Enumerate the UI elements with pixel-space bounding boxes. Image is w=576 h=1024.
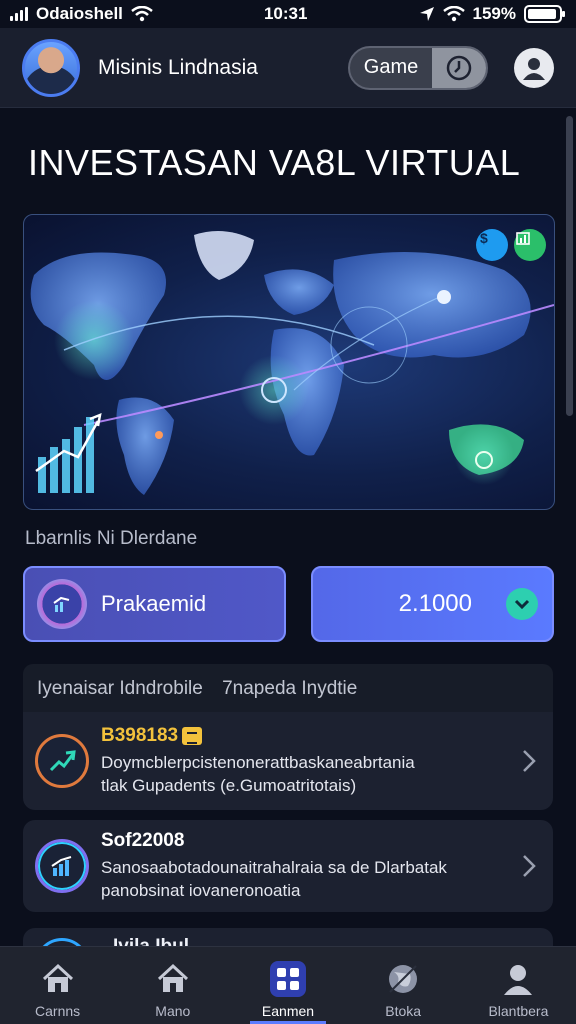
- list-item-desc-line: Sanosaabotadounaitrahalraia sa de Dlarba…: [101, 858, 447, 877]
- list-item-desc-line: Doymcblerpcistenonerattbaskaneabrtania: [101, 753, 415, 772]
- nav-item-carnns[interactable]: Carnns: [0, 947, 115, 1024]
- clock-icon: [432, 47, 486, 88]
- status-left: Odaioshell: [10, 4, 153, 24]
- profile-button[interactable]: [514, 47, 554, 88]
- list-header: Iyenaisar Idndrobile 7napeda Inydtie: [23, 664, 553, 714]
- primary-action-label: Prakaemid: [101, 591, 207, 616]
- home-icon: [155, 961, 191, 997]
- home-icon: [40, 961, 76, 997]
- nav-item-btoka[interactable]: Btoka: [346, 947, 461, 1024]
- battery-fill: [527, 9, 557, 19]
- list-item-description: Sanosaabotadounaitrahalraia sa de Dlarba…: [101, 856, 519, 902]
- app-header: Misinis Lindnasia Game: [0, 28, 576, 108]
- chevron-down-icon: [506, 588, 538, 620]
- carrier-name: Odaioshell: [36, 4, 123, 23]
- grid-icon: [270, 961, 306, 997]
- amount-value: 2.1000: [398, 590, 472, 617]
- chevron-right-icon: [523, 855, 536, 877]
- game-mode-toggle[interactable]: Game: [348, 45, 488, 90]
- user-avatar[interactable]: [22, 38, 80, 97]
- list-item-description: Doymcblerpcistenonerattbaskaneabrtania t…: [101, 751, 519, 797]
- wifi-icon: [442, 6, 465, 22]
- page-title: INVESTASAN VA8L VIRTUAL: [28, 142, 521, 183]
- person-icon: [523, 57, 545, 80]
- user-name: Misinis Lindnasia: [98, 55, 258, 79]
- chart-icon[interactable]: [514, 229, 546, 261]
- person-icon: [500, 961, 536, 997]
- game-toggle-label: Game: [363, 56, 419, 78]
- trend-icon: [37, 579, 87, 629]
- amount-selector-button[interactable]: 2.1000: [311, 566, 554, 642]
- dollar-icon[interactable]: $: [476, 229, 508, 261]
- list-header-left: Iyenaisar Idndrobile: [37, 678, 203, 699]
- battery-percent: 159%: [472, 4, 516, 23]
- trend-up-icon: [35, 734, 89, 788]
- world-map-illustration: [30, 231, 554, 495]
- nav-item-mano[interactable]: Mano: [115, 947, 230, 1024]
- status-bar: Odaioshell 10:31 159%: [0, 0, 576, 28]
- nav-label: Carnns: [35, 1003, 81, 1019]
- list-item[interactable]: Sof22008 Sanosaabotadounaitrahalraia sa …: [23, 820, 553, 912]
- bar-chart-icon: [35, 839, 89, 893]
- primary-action-button[interactable]: Prakaemid: [23, 566, 286, 642]
- wifi-icon: [131, 6, 153, 22]
- signal-icon: [10, 7, 28, 21]
- battery-icon: [523, 5, 565, 23]
- status-time: 10:31: [263, 4, 308, 23]
- scrollbar[interactable]: [566, 116, 573, 416]
- world-map-card[interactable]: $: [23, 214, 555, 510]
- globe-icon: [385, 961, 421, 997]
- nav-label: Btoka: [385, 1003, 422, 1019]
- chevron-right-icon: [523, 750, 536, 772]
- list-item-title: Sof22008: [101, 830, 185, 851]
- nav-label: Eanmen: [261, 1003, 315, 1019]
- nav-label: Mano: [155, 1003, 191, 1019]
- list-item-desc-line: panobsinat iovaneronoatia: [101, 881, 301, 900]
- list-header-right: 7napeda Inydtie: [222, 678, 358, 699]
- badge-icon: [182, 727, 203, 745]
- list-item-title-text: B398183: [101, 725, 179, 746]
- status-right: 159%: [419, 4, 565, 24]
- list-item-body: Sof22008 Sanosaabotadounaitrahalraia sa …: [101, 830, 519, 902]
- growth-chart-illustration: [35, 413, 102, 493]
- location-arrow-icon: [419, 7, 434, 21]
- svg-text:$: $: [480, 230, 488, 246]
- nav-item-eanmen[interactable]: Eanmen: [230, 947, 345, 1024]
- list-item-desc-line: tlak Gupadents (e.Gumoatritotais): [101, 776, 357, 795]
- list-item[interactable]: B398183 Doymcblerpcistenonerattbaskaneab…: [23, 712, 553, 810]
- bottom-nav: Carnns Mano Eanmen Btoka Blantbera: [0, 946, 576, 1024]
- list-item-title: B398183: [101, 725, 519, 747]
- nav-label: Blantbera: [488, 1003, 549, 1019]
- nav-item-blantbera[interactable]: Blantbera: [461, 947, 576, 1024]
- section-label: Lbarnlis Ni Dlerdane: [25, 528, 198, 549]
- list-item-body: B398183 Doymcblerpcistenonerattbaskaneab…: [101, 725, 519, 797]
